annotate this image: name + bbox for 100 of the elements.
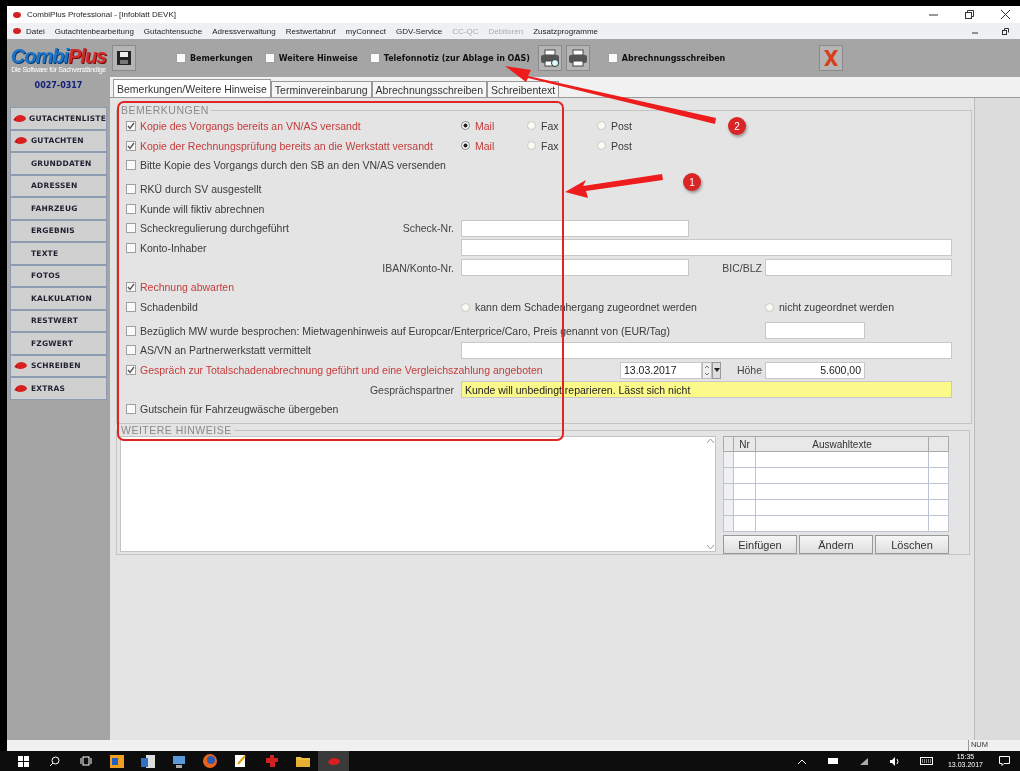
input-field[interactable]: 5.600,00 <box>765 361 865 379</box>
menu-item[interactable]: Gutachtenbearbeitung <box>49 26 139 36</box>
checkbox[interactable] <box>369 53 380 63</box>
close-button[interactable] <box>819 45 844 71</box>
radio-button[interactable] <box>597 141 606 151</box>
checkbox[interactable] <box>126 120 136 131</box>
field-label: Scheck-Nr. <box>401 222 455 235</box>
radio-label: Post <box>611 119 632 132</box>
action-button[interactable]: Löschen <box>875 535 949 555</box>
input-field[interactable] <box>461 341 952 359</box>
radio-button[interactable] <box>765 302 774 312</box>
input-field[interactable] <box>765 259 952 277</box>
checkbox-label: Bemerkungen <box>190 53 253 63</box>
tab[interactable]: Schreibentext <box>487 81 560 97</box>
menu-item[interactable]: Gutachtensuche <box>138 26 208 36</box>
bird-icon <box>14 136 28 146</box>
checkbox-label: RKÜ durch SV ausgestellt <box>140 182 262 195</box>
checkbox[interactable] <box>126 282 136 293</box>
checkbox[interactable] <box>126 325 136 336</box>
checkmark-icon <box>127 366 135 375</box>
checkbox-label: Telefonnotiz (zur Ablage in OAS) <box>383 53 530 63</box>
print-button[interactable] <box>565 45 590 71</box>
checkbox-label: Weitere Hinweise <box>278 53 358 63</box>
bird-icon <box>13 113 28 123</box>
menu-item[interactable]: GDV-Service <box>391 26 448 36</box>
checkbox-label: AS/VN an Partnerwerkstatt vermittelt <box>140 344 311 357</box>
field-label: BIC/BLZ <box>721 261 763 274</box>
checkbox-label: Kopie des Vorgangs bereits an VN/AS versandt <box>140 119 361 132</box>
field-label: Gesprächspartner <box>368 383 455 396</box>
spin-button[interactable] <box>702 361 712 379</box>
checkbox[interactable] <box>126 242 136 253</box>
close-icon[interactable] <box>1000 10 1010 19</box>
menu-item[interactable]: Zusatzprogramme <box>528 26 604 36</box>
section-title: WEITERE HINWEISE <box>120 424 233 437</box>
input-field[interactable] <box>461 219 689 237</box>
print-preview-button[interactable] <box>537 45 562 71</box>
radio-label: Mail <box>475 139 495 152</box>
notes-text-area[interactable] <box>120 436 716 553</box>
checkbox[interactable] <box>126 203 136 214</box>
checkmark-icon <box>127 121 135 130</box>
field-label: IBAN/Konto-Nr. <box>381 261 455 274</box>
restore-icon[interactable] <box>1001 27 1009 35</box>
checkbox[interactable] <box>126 365 136 376</box>
column-header: Nr <box>733 436 756 452</box>
checkbox-label: Konto-Inhaber <box>140 241 207 254</box>
checkbox[interactable] <box>126 160 136 171</box>
printer-magnifier-icon <box>539 49 560 67</box>
checkbox[interactable] <box>126 345 136 356</box>
action-button[interactable]: Einfügen <box>723 535 797 555</box>
printer-icon <box>567 49 588 67</box>
radio-label: nicht zugeordnet werden <box>779 301 894 314</box>
checkmark-icon <box>127 283 135 292</box>
checkmark-icon <box>127 141 135 150</box>
radio-button[interactable] <box>461 141 470 151</box>
x-icon <box>823 49 840 67</box>
caret-icon <box>713 368 720 373</box>
checkbox[interactable] <box>126 140 136 151</box>
save-button[interactable] <box>112 45 136 71</box>
checkbox[interactable] <box>126 223 136 234</box>
input-field[interactable] <box>765 322 865 340</box>
field-label: Höhe <box>735 364 763 377</box>
scroll-down-icon[interactable] <box>706 545 714 550</box>
checkbox[interactable] <box>126 404 136 415</box>
radio-button[interactable] <box>527 121 536 131</box>
input-field[interactable]: 13.03.2017 <box>620 361 702 379</box>
case-number: 0027-0317 <box>34 80 83 92</box>
checkbox[interactable] <box>607 53 618 63</box>
checkbox[interactable] <box>176 53 186 63</box>
checkbox-label: Gespräch zur Totalschadenabrechnung geführt und eine Vergleichszahlung angeboten <box>140 364 543 377</box>
menu-item[interactable]: Datei <box>21 26 50 36</box>
window-title: CombiPlus Professional - [Infoblatt DEVK] <box>27 10 177 19</box>
menu-item[interactable]: Adressverwaltung <box>207 26 281 36</box>
input-field[interactable]: Kunde will unbedingt reparieren. Lässt sich nicht <box>461 381 952 399</box>
radio-label: Fax <box>541 139 559 152</box>
radio-button[interactable] <box>461 302 470 312</box>
input-field[interactable] <box>461 239 952 257</box>
checkbox[interactable] <box>126 302 136 313</box>
app-icon <box>13 28 21 34</box>
checkbox-label: Bitte Kopie des Vorgangs durch den SB an den VN/AS versenden <box>140 159 446 172</box>
menu-item[interactable]: myConnect <box>340 26 391 36</box>
menu-item[interactable]: Restwertabruf <box>280 26 341 36</box>
app-icon <box>13 11 21 18</box>
radio-button[interactable] <box>461 121 470 131</box>
restore-icon[interactable] <box>964 10 974 19</box>
tab[interactable]: Terminvereinbarung <box>270 81 372 97</box>
action-button[interactable]: Ändern <box>799 535 873 555</box>
checkbox-label: Kopie der Rechnungsprüfung bereits an die Werkstatt versandt <box>140 139 433 152</box>
checkbox-label: Gutschein für Fahrzeugwäsche übergeben <box>140 403 339 416</box>
radio-button[interactable] <box>597 121 606 131</box>
radio-label: Mail <box>475 119 495 132</box>
tab[interactable]: Bemerkungen/Weitere Hinweise <box>113 79 271 97</box>
scroll-up-icon[interactable] <box>706 439 714 444</box>
checkbox[interactable] <box>264 53 275 63</box>
radio-label: Post <box>611 139 632 152</box>
dropdown-button[interactable] <box>712 361 721 379</box>
checkbox[interactable] <box>126 183 136 194</box>
radio-button[interactable] <box>527 141 536 151</box>
column-header: Auswahltexte <box>755 436 929 452</box>
input-field[interactable] <box>461 259 689 277</box>
tab[interactable]: Abrechnungsschreiben <box>371 81 487 97</box>
